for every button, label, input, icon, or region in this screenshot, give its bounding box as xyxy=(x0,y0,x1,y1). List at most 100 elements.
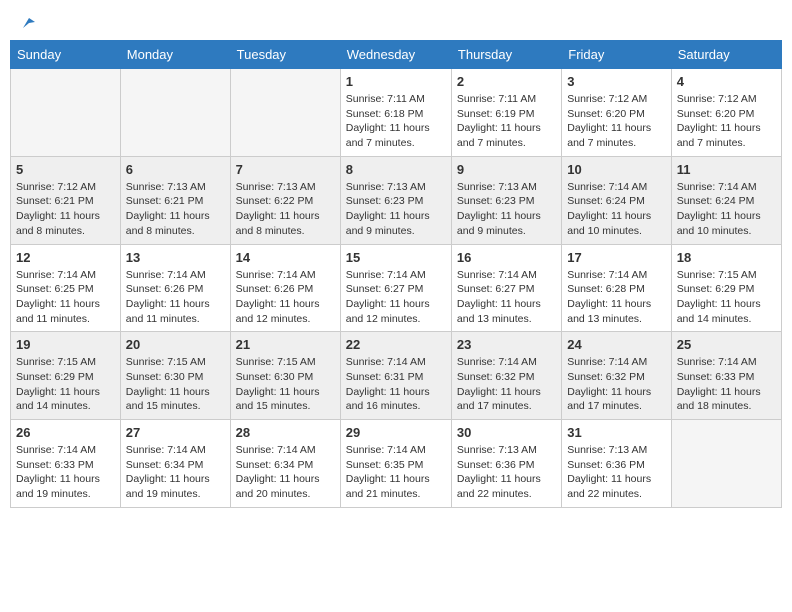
day-info: Sunrise: 7:15 AMSunset: 6:30 PMDaylight:… xyxy=(126,355,225,414)
day-number: 23 xyxy=(457,337,556,352)
logo-bird-icon xyxy=(19,14,37,32)
day-number: 10 xyxy=(567,162,665,177)
weekday-header-row: SundayMondayTuesdayWednesdayThursdayFrid… xyxy=(11,41,782,69)
calendar-day-cell: 21 Sunrise: 7:15 AMSunset: 6:30 PMDayligh… xyxy=(230,332,340,420)
day-number: 14 xyxy=(236,250,335,265)
weekday-header-sunday: Sunday xyxy=(11,41,121,69)
day-info: Sunrise: 7:12 AMSunset: 6:20 PMDaylight:… xyxy=(567,92,665,151)
calendar-day-cell: 18 Sunrise: 7:15 AMSunset: 6:29 PMDayligh… xyxy=(671,244,781,332)
day-info: Sunrise: 7:14 AMSunset: 6:31 PMDaylight:… xyxy=(346,355,446,414)
day-info: Sunrise: 7:15 AMSunset: 6:30 PMDaylight:… xyxy=(236,355,335,414)
day-number: 12 xyxy=(16,250,115,265)
logo xyxy=(18,14,37,28)
day-number: 15 xyxy=(346,250,446,265)
day-info: Sunrise: 7:13 AMSunset: 6:36 PMDaylight:… xyxy=(567,443,665,502)
day-number: 19 xyxy=(16,337,115,352)
weekday-header-friday: Friday xyxy=(562,41,671,69)
calendar-week-row: 12Sunrise: 7:14 AMSunset: 6:25 PMDayligh… xyxy=(11,244,782,332)
day-info: Sunrise: 7:12 AMSunset: 6:20 PMDaylight:… xyxy=(677,92,776,151)
day-info: Sunrise: 7:14 AMSunset: 6:32 PMDaylight:… xyxy=(457,355,556,414)
day-info: Sunrise: 7:14 AMSunset: 6:26 PMDaylight:… xyxy=(126,268,225,327)
day-number: 2 xyxy=(457,74,556,89)
calendar-day-cell: 7 Sunrise: 7:13 AMSunset: 6:22 PMDaylight… xyxy=(230,156,340,244)
day-info: Sunrise: 7:11 AMSunset: 6:18 PMDaylight:… xyxy=(346,92,446,151)
day-info: Sunrise: 7:14 AMSunset: 6:35 PMDaylight:… xyxy=(346,443,446,502)
day-info: Sunrise: 7:14 AMSunset: 6:24 PMDaylight:… xyxy=(567,180,665,239)
day-number: 6 xyxy=(126,162,225,177)
calendar-day-cell: 27 Sunrise: 7:14 AMSunset: 6:34 PMDayligh… xyxy=(120,420,230,508)
day-info: Sunrise: 7:14 AMSunset: 6:28 PMDaylight:… xyxy=(567,268,665,327)
day-number: 4 xyxy=(677,74,776,89)
calendar-day-cell: 30Sunrise: 7:13 AMSunset: 6:36 PMDayligh… xyxy=(451,420,561,508)
day-info: Sunrise: 7:14 AMSunset: 6:27 PMDaylight:… xyxy=(457,268,556,327)
calendar-day-cell xyxy=(671,420,781,508)
day-number: 13 xyxy=(126,250,225,265)
calendar-day-cell: 22 Sunrise: 7:14 AMSunset: 6:31 PMDayligh… xyxy=(340,332,451,420)
calendar-day-cell: 8Sunrise: 7:13 AMSunset: 6:23 PMDaylight… xyxy=(340,156,451,244)
calendar-week-row: 5Sunrise: 7:12 AMSunset: 6:21 PMDaylight… xyxy=(11,156,782,244)
day-number: 29 xyxy=(346,425,446,440)
calendar-day-cell: 5Sunrise: 7:12 AMSunset: 6:21 PMDaylight… xyxy=(11,156,121,244)
day-number: 28 xyxy=(236,425,335,440)
day-number: 1 xyxy=(346,74,446,89)
day-info: Sunrise: 7:13 AMSunset: 6:21 PMDaylight:… xyxy=(126,180,225,239)
day-info: Sunrise: 7:14 AMSunset: 6:32 PMDaylight:… xyxy=(567,355,665,414)
calendar-table: SundayMondayTuesdayWednesdayThursdayFrid… xyxy=(10,40,782,508)
calendar-day-cell: 20 Sunrise: 7:15 AMSunset: 6:30 PMDayligh… xyxy=(120,332,230,420)
day-info: Sunrise: 7:14 AMSunset: 6:26 PMDaylight:… xyxy=(236,268,335,327)
day-number: 3 xyxy=(567,74,665,89)
day-info: Sunrise: 7:13 AMSunset: 6:36 PMDaylight:… xyxy=(457,443,556,502)
day-info: Sunrise: 7:13 AMSunset: 6:22 PMDaylight:… xyxy=(236,180,335,239)
calendar-day-cell: 24 Sunrise: 7:14 AMSunset: 6:32 PMDayligh… xyxy=(562,332,671,420)
calendar-day-cell: 3 Sunrise: 7:12 AMSunset: 6:20 PMDaylight… xyxy=(562,69,671,157)
day-number: 20 xyxy=(126,337,225,352)
weekday-header-thursday: Thursday xyxy=(451,41,561,69)
day-info: Sunrise: 7:12 AMSunset: 6:21 PMDaylight:… xyxy=(16,180,115,239)
calendar-day-cell: 16 Sunrise: 7:14 AMSunset: 6:27 PMDayligh… xyxy=(451,244,561,332)
calendar-day-cell: 4 Sunrise: 7:12 AMSunset: 6:20 PMDaylight… xyxy=(671,69,781,157)
day-number: 18 xyxy=(677,250,776,265)
calendar-day-cell: 6 Sunrise: 7:13 AMSunset: 6:21 PMDaylight… xyxy=(120,156,230,244)
calendar-day-cell: 9Sunrise: 7:13 AMSunset: 6:23 PMDaylight… xyxy=(451,156,561,244)
weekday-header-monday: Monday xyxy=(120,41,230,69)
page-header xyxy=(10,10,782,32)
calendar-day-cell: 14 Sunrise: 7:14 AMSunset: 6:26 PMDayligh… xyxy=(230,244,340,332)
day-info: Sunrise: 7:15 AMSunset: 6:29 PMDaylight:… xyxy=(677,268,776,327)
day-info: Sunrise: 7:14 AMSunset: 6:33 PMDaylight:… xyxy=(16,443,115,502)
calendar-day-cell: 2Sunrise: 7:11 AMSunset: 6:19 PMDaylight… xyxy=(451,69,561,157)
calendar-day-cell: 17 Sunrise: 7:14 AMSunset: 6:28 PMDayligh… xyxy=(562,244,671,332)
day-number: 16 xyxy=(457,250,556,265)
calendar-week-row: 19Sunrise: 7:15 AMSunset: 6:29 PMDayligh… xyxy=(11,332,782,420)
day-number: 24 xyxy=(567,337,665,352)
day-info: Sunrise: 7:13 AMSunset: 6:23 PMDaylight:… xyxy=(457,180,556,239)
calendar-day-cell: 29 Sunrise: 7:14 AMSunset: 6:35 PMDayligh… xyxy=(340,420,451,508)
day-info: Sunrise: 7:14 AMSunset: 6:34 PMDaylight:… xyxy=(126,443,225,502)
day-info: Sunrise: 7:13 AMSunset: 6:23 PMDaylight:… xyxy=(346,180,446,239)
day-number: 11 xyxy=(677,162,776,177)
calendar-day-cell: 28 Sunrise: 7:14 AMSunset: 6:34 PMDayligh… xyxy=(230,420,340,508)
calendar-day-cell: 10 Sunrise: 7:14 AMSunset: 6:24 PMDayligh… xyxy=(562,156,671,244)
calendar-day-cell: 12Sunrise: 7:14 AMSunset: 6:25 PMDayligh… xyxy=(11,244,121,332)
calendar-week-row: 26 Sunrise: 7:14 AMSunset: 6:33 PMDayligh… xyxy=(11,420,782,508)
calendar-week-row: 1 Sunrise: 7:11 AMSunset: 6:18 PMDaylight… xyxy=(11,69,782,157)
calendar-day-cell xyxy=(230,69,340,157)
day-info: Sunrise: 7:14 AMSunset: 6:34 PMDaylight:… xyxy=(236,443,335,502)
day-number: 25 xyxy=(677,337,776,352)
day-number: 26 xyxy=(16,425,115,440)
day-number: 17 xyxy=(567,250,665,265)
day-number: 7 xyxy=(236,162,335,177)
calendar-day-cell: 11Sunrise: 7:14 AMSunset: 6:24 PMDayligh… xyxy=(671,156,781,244)
calendar-day-cell: 13 Sunrise: 7:14 AMSunset: 6:26 PMDayligh… xyxy=(120,244,230,332)
calendar-day-cell: 31Sunrise: 7:13 AMSunset: 6:36 PMDayligh… xyxy=(562,420,671,508)
calendar-day-cell: 26 Sunrise: 7:14 AMSunset: 6:33 PMDayligh… xyxy=(11,420,121,508)
calendar-day-cell xyxy=(11,69,121,157)
day-info: Sunrise: 7:14 AMSunset: 6:27 PMDaylight:… xyxy=(346,268,446,327)
calendar-day-cell: 23 Sunrise: 7:14 AMSunset: 6:32 PMDayligh… xyxy=(451,332,561,420)
weekday-header-tuesday: Tuesday xyxy=(230,41,340,69)
day-number: 27 xyxy=(126,425,225,440)
calendar-day-cell: 25 Sunrise: 7:14 AMSunset: 6:33 PMDayligh… xyxy=(671,332,781,420)
day-info: Sunrise: 7:14 AMSunset: 6:33 PMDaylight:… xyxy=(677,355,776,414)
weekday-header-saturday: Saturday xyxy=(671,41,781,69)
day-number: 22 xyxy=(346,337,446,352)
day-number: 21 xyxy=(236,337,335,352)
